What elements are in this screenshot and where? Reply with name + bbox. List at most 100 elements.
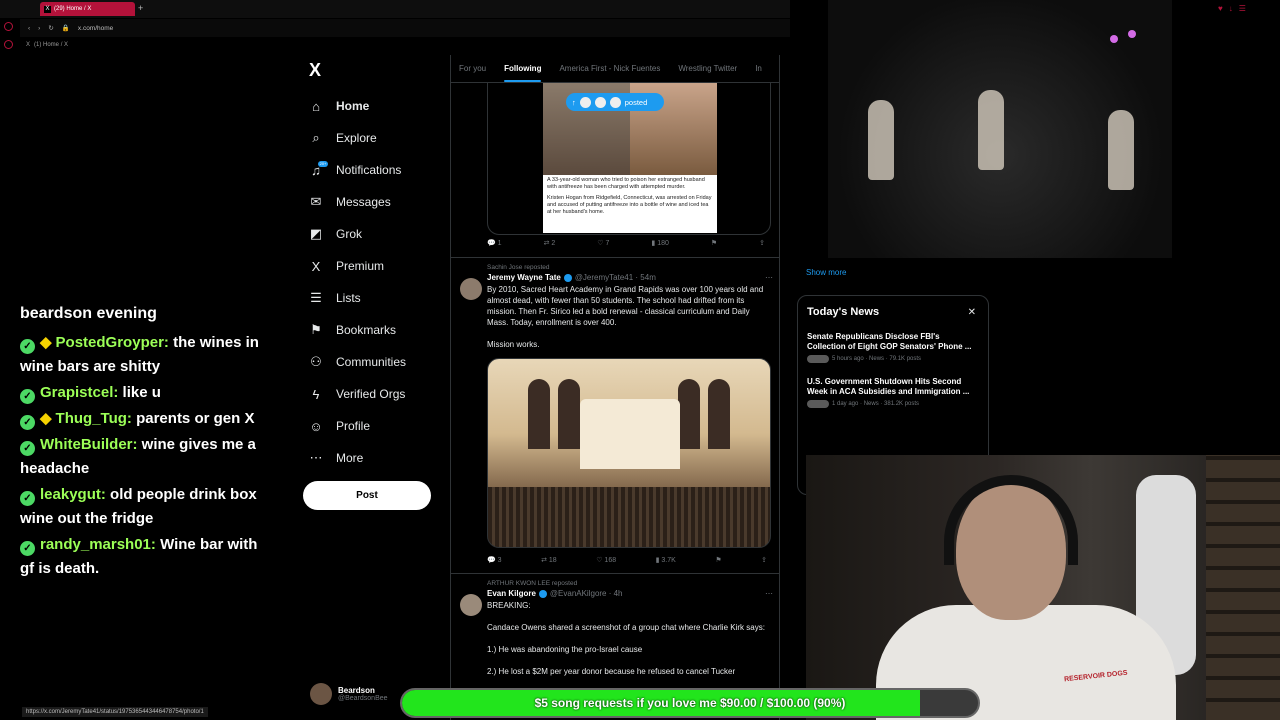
- more-icon[interactable]: ⋯: [765, 273, 773, 282]
- nav-item-verified-orgs[interactable]: ϟ Verified Orgs: [308, 378, 458, 410]
- tweet[interactable]: ARTHUR KWON LEE reposted Evan Kilgore @E…: [451, 573, 779, 677]
- article-caption: A 33-year-old woman who tried to poison …: [547, 177, 705, 190]
- verified-icon: [538, 589, 547, 598]
- x-favicon-icon: X: [44, 5, 51, 13]
- new-tab-button[interactable]: +: [138, 3, 143, 13]
- author-name[interactable]: Jeremy Wayne Tate: [487, 273, 561, 282]
- bookmark-item[interactable]: (1) Home / X: [34, 42, 68, 48]
- bookmarks-icon: ⚑: [310, 322, 322, 337]
- show-more-link[interactable]: Show more: [806, 268, 846, 277]
- close-icon[interactable]: ✕: [968, 307, 976, 318]
- tweet[interactable]: Sachin Jose reposted Jeremy Wayne Tate @…: [451, 257, 779, 572]
- like-button[interactable]: ♡ 7: [597, 239, 609, 247]
- nav-item-bookmarks[interactable]: ⚑ Bookmarks: [308, 314, 458, 346]
- chat-username[interactable]: randy_marsh01:: [40, 536, 156, 553]
- avatar: [609, 96, 621, 108]
- tweet-text: BREAKING: Candace Owens shared a screens…: [487, 601, 765, 676]
- browser-tab[interactable]: X (29) Home / X: [40, 2, 135, 16]
- nav-item-lists[interactable]: ☰ Lists: [308, 282, 458, 314]
- verified-icon: [563, 273, 572, 282]
- chat-text: parents or gen X: [136, 410, 255, 427]
- like-button[interactable]: ♡ 168: [596, 556, 616, 564]
- nav-label: Home: [336, 99, 370, 113]
- chat-username[interactable]: WhiteBuilder:: [40, 436, 138, 453]
- author-handle: @JeremyTate41 · 54m: [574, 273, 656, 282]
- premium-icon: X: [311, 258, 321, 274]
- avatar[interactable]: [460, 594, 482, 616]
- diamond-icon: ◆: [40, 334, 52, 351]
- repost-button[interactable]: ⇄ 18: [541, 556, 557, 564]
- nav-label: Profile: [336, 419, 371, 433]
- messages-icon: ✉: [310, 194, 322, 209]
- reply-button[interactable]: 💬 3: [487, 556, 502, 564]
- nav-item-explore[interactable]: ⌕ Explore: [308, 122, 458, 154]
- avatar[interactable]: [460, 278, 482, 300]
- timeline-tab[interactable]: Following: [504, 64, 542, 82]
- news-item[interactable]: Senate Republicans Disclose FBI's Collec…: [807, 332, 979, 363]
- nav-label: More: [336, 451, 364, 465]
- author-handle: @EvanAKilgore · 4h: [549, 589, 623, 598]
- account-name: Beardson: [338, 686, 375, 695]
- grok-icon: ◩: [309, 226, 323, 241]
- diamond-icon: ◆: [40, 410, 52, 427]
- x-bookmark-icon: X: [26, 42, 31, 48]
- chat-username[interactable]: Grapistcel:: [40, 384, 118, 401]
- timeline-tab[interactable]: In: [755, 64, 762, 73]
- menu-icon[interactable]: ☰: [1239, 4, 1246, 13]
- sidebar-circle-icon[interactable]: [4, 22, 13, 31]
- bookmark-icon[interactable]: ⚑: [711, 239, 717, 247]
- nav-item-premium[interactable]: X Premium: [308, 250, 458, 282]
- nav-item-more[interactable]: ⋯ More: [308, 442, 458, 474]
- mod-badge-icon: ✓: [20, 389, 35, 404]
- home-icon: ⌂: [312, 98, 320, 114]
- goal-label: $5 song requests if you love me $90.00 /…: [534, 696, 846, 710]
- mod-badge-icon: ✓: [20, 491, 35, 506]
- nav-item-communities[interactable]: ⚇ Communities: [308, 346, 458, 378]
- tweet-photo[interactable]: [487, 358, 771, 548]
- chat-username[interactable]: Thug_Tug:: [56, 410, 132, 427]
- account-switcher[interactable]: Beardson @BeardsonBee: [310, 683, 388, 705]
- forward-icon[interactable]: ›: [38, 25, 40, 32]
- nav-label: Bookmarks: [336, 323, 397, 337]
- timeline-tab[interactable]: For you: [459, 64, 486, 73]
- news-item[interactable]: U.S. Government Shutdown Hits Second Wee…: [807, 377, 979, 408]
- share-icon[interactable]: ⇪: [759, 239, 765, 247]
- avatar: [579, 96, 591, 108]
- bookmark-icon[interactable]: ⚑: [715, 556, 721, 564]
- chat-header: beardson evening: [20, 305, 157, 322]
- reload-icon[interactable]: ↻: [48, 24, 53, 32]
- x-logo-icon[interactable]: X: [309, 60, 321, 81]
- timeline-tabs: For you Following America First - Nick Fue…: [451, 55, 779, 83]
- nav-item-grok[interactable]: ◩ Grok: [308, 218, 458, 250]
- music-video[interactable]: [828, 0, 1172, 258]
- nav-item-profile[interactable]: ☺ Profile: [308, 410, 458, 442]
- timeline-tab[interactable]: America First - Nick Fuentes: [559, 64, 660, 73]
- avatar: [310, 683, 332, 705]
- chat-username[interactable]: leakygut:: [40, 486, 106, 503]
- views-button[interactable]: ▮ 3.7K: [656, 556, 676, 564]
- nav-item-notifications[interactable]: ♫ 20+ Notifications: [308, 154, 458, 186]
- views-button[interactable]: ▮ 180: [651, 239, 668, 247]
- heart-icon[interactable]: ♥: [1218, 4, 1223, 13]
- timeline-tab[interactable]: Wrestling Twitter: [678, 64, 737, 73]
- nav-item-home[interactable]: ⌂ Home: [308, 90, 458, 122]
- new-posts-pill[interactable]: ↑ posted: [566, 93, 664, 111]
- share-icon[interactable]: ⇪: [761, 556, 767, 564]
- chat-message: ✓ ◆ Thug_Tug: parents or gen X: [20, 407, 270, 431]
- repost-button[interactable]: ⇄ 2: [544, 239, 556, 247]
- communities-icon: ⚇: [310, 354, 322, 369]
- browser-tab-bar: X (29) Home / X +: [0, 0, 790, 18]
- nav-label: Communities: [336, 355, 407, 369]
- reply-button[interactable]: 💬 1: [487, 239, 502, 247]
- back-icon[interactable]: ‹: [28, 25, 30, 32]
- nav-item-messages[interactable]: ✉ Messages: [308, 186, 458, 218]
- tweet-actions: 💬 3 ⇄ 18 ♡ 168 ▮ 3.7K ⚑ ⇪: [487, 556, 773, 572]
- main-nav: ⌂ Home ⌕ Explore ♫ 20+ Notifications ✉ Messages ◩…: [308, 90, 458, 474]
- post-button[interactable]: Post: [303, 481, 431, 510]
- chat-username[interactable]: PostedGroyper:: [56, 334, 169, 351]
- more-icon[interactable]: ⋯: [765, 589, 773, 598]
- sidebar-circle-icon[interactable]: [4, 40, 13, 49]
- download-icon[interactable]: ↓: [1229, 4, 1233, 13]
- author-name[interactable]: Evan Kilgore: [487, 589, 536, 598]
- url-field[interactable]: x.com/home: [78, 25, 113, 32]
